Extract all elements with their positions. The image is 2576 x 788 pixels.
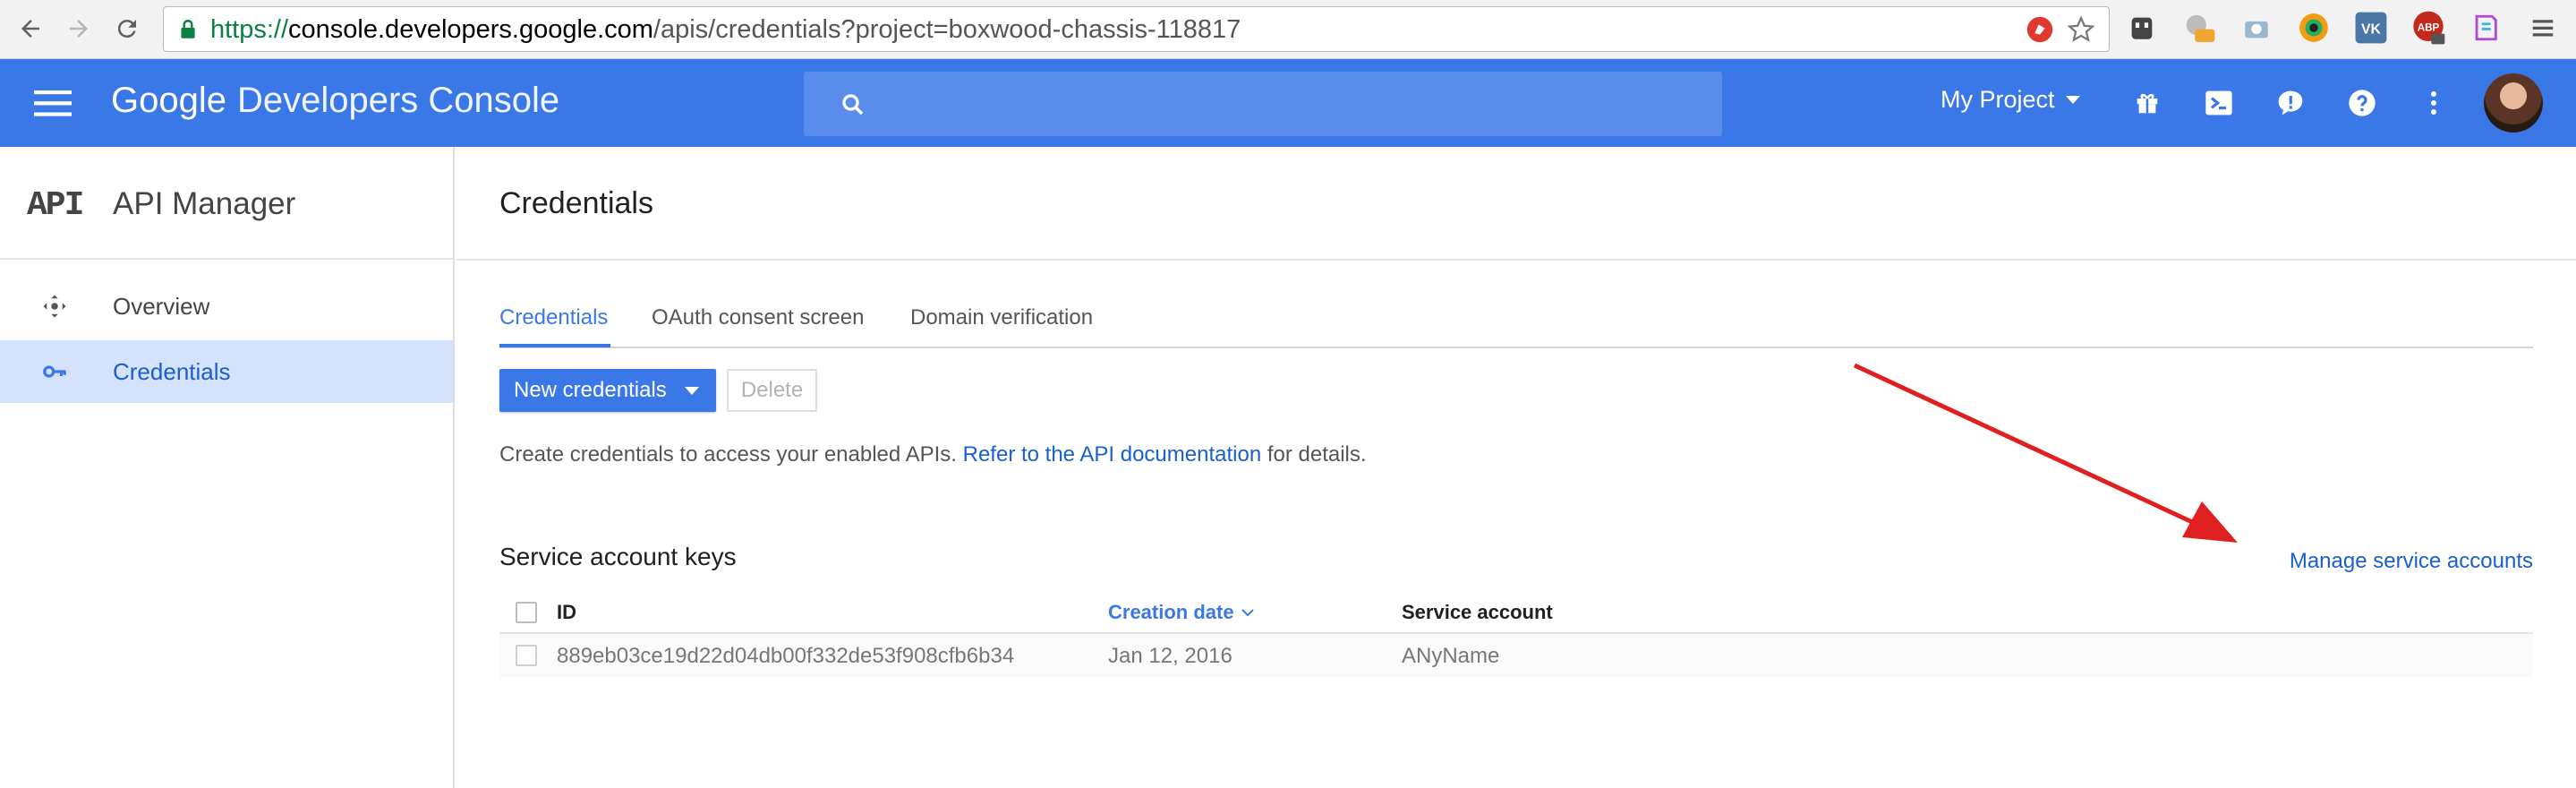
page-title: Credentials	[499, 186, 653, 220]
vk-icon[interactable]: VK	[2352, 9, 2390, 47]
manage-service-accounts-link[interactable]: Manage service accounts	[2290, 549, 2533, 574]
new-credentials-button[interactable]: New credentials	[499, 369, 716, 412]
eye-extension-icon[interactable]	[2295, 9, 2333, 47]
project-selector[interactable]: My Project	[1941, 86, 2080, 114]
forward-arrow-icon	[70, 20, 88, 38]
off-extension-icon[interactable]	[2180, 9, 2218, 47]
gift-icon[interactable]	[2130, 86, 2164, 120]
tab-credentials[interactable]: Credentials	[499, 305, 608, 330]
tab-bar: Credentials OAuth consent screen Domain …	[499, 298, 2533, 348]
key-icon	[43, 365, 66, 378]
key-id: 889eb03ce19d22d04db00f332de53f908cfb6b34	[557, 644, 1015, 668]
app-header: Google Developers Console My Project	[0, 59, 2576, 147]
tab-domain-verification[interactable]: Domain verification	[910, 305, 1093, 330]
camera-icon[interactable]	[2238, 9, 2275, 47]
section-title: Service account keys	[499, 543, 737, 570]
back-arrow-icon	[21, 20, 39, 38]
hamburger-menu-icon[interactable]	[34, 86, 72, 120]
tab-oauth-consent-screen[interactable]: OAuth consent screen	[652, 305, 864, 330]
sidebar-item-label: Credentials	[113, 357, 231, 385]
bookmark-icon[interactable]	[2467, 9, 2504, 47]
forward-button[interactable]	[59, 9, 98, 48]
sidebar-item-credentials[interactable]: Credentials	[0, 340, 453, 403]
active-tab-indicator	[499, 344, 610, 347]
annotation-arrow	[1853, 363, 2238, 543]
sidebar-item-label: Overview	[113, 292, 210, 320]
chrome-menu-icon[interactable]	[2524, 9, 2562, 47]
sort-desc-icon	[1241, 609, 1254, 617]
row-checkbox[interactable]	[516, 645, 537, 666]
back-button[interactable]	[11, 9, 50, 48]
more-vert-icon[interactable]	[2417, 86, 2451, 120]
creation-date: Jan 12, 2016	[1108, 644, 1233, 668]
column-header-id[interactable]: ID	[557, 601, 576, 624]
table-row[interactable]: 889eb03ce19d22d04db00f332de53f908cfb6b34…	[499, 634, 2533, 677]
sidebar: API API Manager Overview Credentials	[0, 147, 455, 788]
project-name: My Project	[1941, 86, 2055, 113]
cloud-shell-icon[interactable]	[2202, 86, 2236, 120]
delete-button[interactable]: Delete	[727, 369, 817, 412]
table-header: ID Creation date Service account	[499, 591, 2533, 634]
main-header: Credentials	[456, 147, 2576, 261]
overview-icon	[43, 295, 66, 318]
adblock-icon[interactable]	[2025, 14, 2055, 45]
column-header-creation-date[interactable]: Creation date	[1108, 601, 1254, 624]
service-account: ANyName	[1402, 644, 1500, 668]
chevron-down-icon	[2065, 95, 2080, 104]
svg-text:ABP: ABP	[2418, 21, 2440, 33]
api-logo: API	[27, 186, 84, 225]
abp-icon[interactable]: ABP	[2410, 9, 2447, 47]
select-all-checkbox[interactable]	[516, 602, 537, 623]
brand-title[interactable]: Google Developers Console	[111, 81, 559, 121]
notifications-icon[interactable]	[2273, 86, 2307, 120]
help-text: Create credentials to access your enable…	[499, 442, 1367, 467]
reload-icon	[117, 20, 136, 39]
robot-extension-icon[interactable]	[2123, 9, 2161, 47]
new-credentials-label: New credentials	[514, 378, 667, 402]
api-documentation-link[interactable]: Refer to the API documentation	[963, 442, 1262, 467]
service-account-keys-table: ID Creation date Service account 889eb03…	[499, 591, 2533, 677]
column-header-service-account[interactable]: Service account	[1402, 601, 1553, 624]
browser-toolbar: https://console.developers.google.com/ap…	[0, 0, 2576, 59]
sidebar-item-overview[interactable]: Overview	[0, 275, 453, 338]
svg-text:VK: VK	[2361, 21, 2382, 37]
help-icon[interactable]	[2345, 86, 2379, 120]
star-icon[interactable]	[2066, 14, 2096, 45]
reload-button[interactable]	[107, 9, 147, 48]
avatar[interactable]	[2484, 73, 2543, 133]
sidebar-title: API Manager	[113, 186, 296, 221]
search-icon	[842, 94, 864, 116]
caret-down-icon	[684, 386, 699, 395]
search-input[interactable]	[804, 72, 1722, 136]
lock-icon	[181, 20, 195, 39]
sidebar-header: API API Manager	[0, 147, 453, 260]
address-bar[interactable]: https://console.developers.google.com/ap…	[163, 6, 2110, 52]
url-text: https://console.developers.google.com/ap…	[210, 15, 1241, 44]
